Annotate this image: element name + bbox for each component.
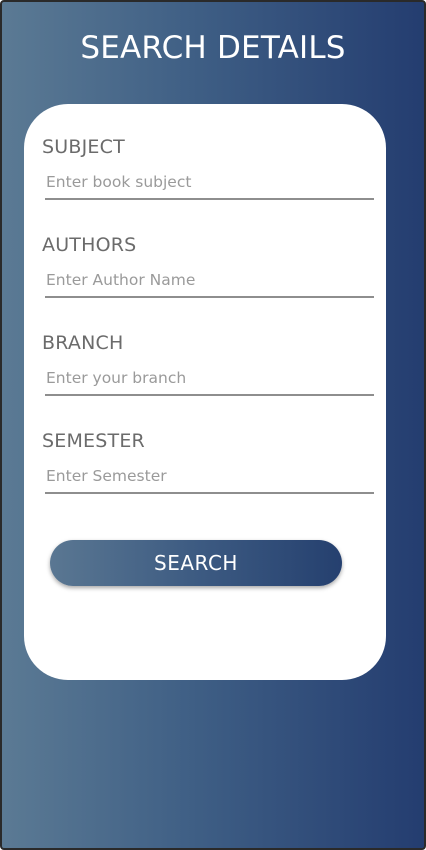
branch-input[interactable]	[45, 366, 374, 396]
subject-label: SUBJECT	[42, 136, 125, 158]
page-title: SEARCH DETAILS	[80, 30, 346, 66]
authors-field-group: AUTHORS	[42, 234, 374, 298]
semester-label: SEMESTER	[42, 430, 145, 452]
search-form-card: SUBJECT AUTHORS BRANCH SEMESTER SEARCH	[24, 104, 386, 680]
subject-field-group: SUBJECT	[42, 136, 374, 200]
semester-input[interactable]	[45, 464, 374, 494]
authors-input[interactable]	[45, 268, 374, 298]
authors-label: AUTHORS	[42, 234, 137, 256]
branch-field-group: BRANCH	[42, 332, 374, 396]
subject-input[interactable]	[45, 170, 374, 200]
branch-label: BRANCH	[42, 332, 124, 354]
app-screen: SEARCH DETAILS SUBJECT AUTHORS BRANCH SE…	[0, 0, 426, 850]
semester-field-group: SEMESTER	[42, 430, 374, 494]
search-button[interactable]: SEARCH	[50, 540, 342, 586]
